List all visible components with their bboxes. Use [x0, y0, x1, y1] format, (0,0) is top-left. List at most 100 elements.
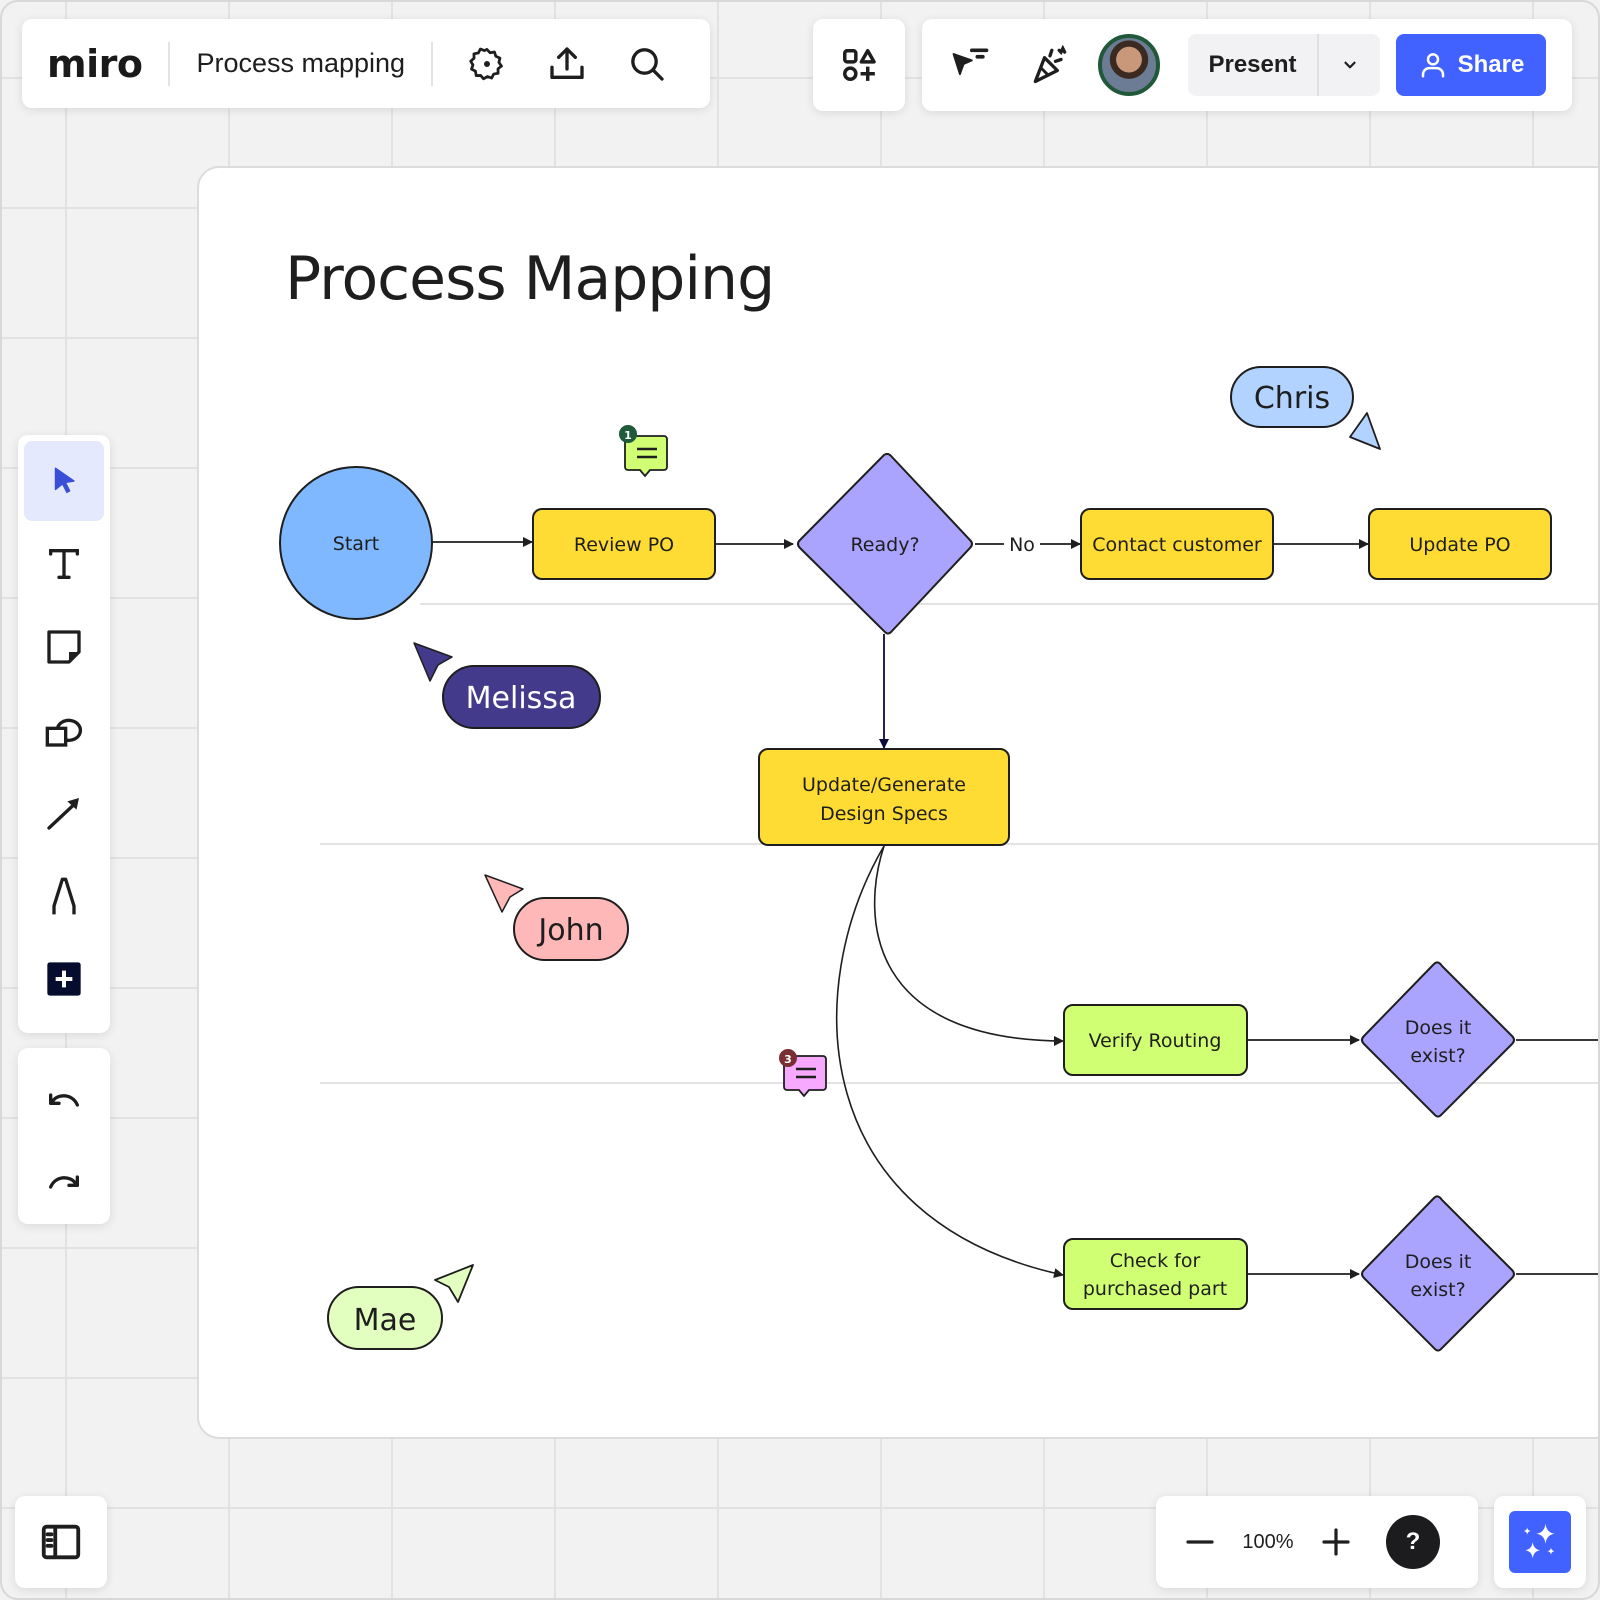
- search-icon: [631, 47, 664, 81]
- collaboration-toolbar: Present Share: [922, 19, 1572, 111]
- history-toolbar: [18, 1048, 110, 1224]
- minus-icon: [1186, 1540, 1214, 1544]
- tool-shapes[interactable]: [24, 690, 104, 770]
- cursor-tracking-button[interactable]: [942, 37, 998, 93]
- node-contact-customer[interactable]: Contact customer: [1080, 508, 1274, 580]
- apps-button[interactable]: [813, 19, 905, 111]
- connector[interactable]: [835, 845, 1064, 1278]
- miro-logo[interactable]: miro: [47, 42, 143, 86]
- select-cursor-icon: [54, 467, 75, 494]
- present-button-group: Present: [1188, 34, 1380, 96]
- cursor-mae-label: Mae: [354, 1303, 417, 1338]
- node-does-it-exist-1[interactable]: Does it exist?: [1361, 961, 1515, 1118]
- plus-icon: [1322, 1528, 1350, 1556]
- redo-icon: [49, 1175, 80, 1189]
- user-avatar[interactable]: [1098, 34, 1160, 96]
- export-button[interactable]: [539, 36, 595, 92]
- flowchart-canvas: No Start Review PO Ready? Contact custom…: [279, 366, 1600, 1352]
- tool-text[interactable]: [24, 524, 104, 604]
- share-label: Share: [1457, 51, 1525, 78]
- cursor-melissa-label: Melissa: [466, 681, 577, 716]
- connector[interactable]: [873, 845, 1064, 1046]
- comment-thread-1[interactable]: 1: [619, 425, 668, 478]
- node-does-it-exist-2[interactable]: Does it exist?: [1361, 1195, 1515, 1352]
- node-check-purchased-line1: Check for: [1110, 1250, 1201, 1272]
- node-ready-decision[interactable]: Ready?: [797, 452, 973, 635]
- ai-assistant-button[interactable]: [1509, 1511, 1571, 1573]
- node-update-generate-label-line2: Design Specs: [820, 803, 948, 825]
- cursor-pointer-icon: [1349, 412, 1381, 450]
- cursor-melissa: Melissa: [413, 642, 601, 729]
- node-contact-customer-label: Contact customer: [1092, 534, 1262, 556]
- pen-icon: [52, 877, 76, 915]
- node-does-it-exist-1-line1: Does it: [1405, 1017, 1472, 1039]
- undo-icon: [49, 1093, 80, 1107]
- node-does-it-exist-2-line2: exist?: [1410, 1279, 1465, 1301]
- ai-assistant-panel: [1494, 1496, 1586, 1588]
- node-update-po-label: Update PO: [1409, 534, 1510, 556]
- cursor-chris: Chris: [1230, 366, 1381, 450]
- comment-thread-2[interactable]: 3: [779, 1049, 827, 1098]
- zoom-level[interactable]: 100%: [1228, 1531, 1308, 1554]
- question-mark-icon: ?: [1405, 1528, 1421, 1555]
- cursor-pointer-icon: [413, 642, 453, 682]
- board-header: miro Process mapping: [22, 19, 710, 108]
- settings-button[interactable]: [459, 36, 515, 92]
- node-review-po-label: Review PO: [574, 534, 674, 556]
- cursor-mae: Mae: [327, 1264, 474, 1350]
- zoom-out-button[interactable]: [1172, 1514, 1228, 1570]
- redo-button[interactable]: [24, 1142, 104, 1222]
- node-check-purchased-line2: purchased part: [1083, 1278, 1227, 1300]
- board-title[interactable]: Process mapping: [196, 48, 405, 79]
- cursor-chris-label: Chris: [1254, 381, 1330, 416]
- tool-sticky-note[interactable]: [24, 607, 104, 687]
- cursor-john: John: [484, 874, 629, 961]
- node-does-it-exist-1-line2: exist?: [1410, 1045, 1465, 1067]
- cursor-pointer-icon: [434, 1264, 474, 1303]
- tool-select[interactable]: [24, 441, 104, 521]
- cursor-pointer-icon: [484, 874, 524, 913]
- tool-pen[interactable]: [24, 856, 104, 936]
- search-button[interactable]: [619, 36, 675, 92]
- divider: [168, 41, 171, 86]
- user-icon: [1421, 53, 1444, 78]
- upload-icon: [550, 46, 584, 79]
- node-update-generate-design-specs[interactable]: Update/Generate Design Specs: [758, 748, 1010, 846]
- comment-count-badge: 1: [624, 429, 632, 442]
- chevron-down-icon: [1343, 61, 1356, 69]
- node-start-label: Start: [333, 533, 379, 555]
- arrow-line-icon: [47, 798, 79, 830]
- comment-count-badge: 3: [784, 1053, 792, 1066]
- sticky-note-icon: [47, 630, 81, 664]
- text-icon: [49, 549, 80, 579]
- gear-icon: [469, 47, 503, 80]
- tool-more[interactable]: [24, 939, 104, 1019]
- node-update-generate-label-line1: Update/Generate: [802, 774, 966, 796]
- zoom-in-button[interactable]: [1308, 1514, 1364, 1570]
- tool-connector[interactable]: [24, 773, 104, 853]
- node-verify-routing[interactable]: Verify Routing: [1063, 1004, 1248, 1076]
- node-update-po[interactable]: Update PO: [1368, 508, 1552, 580]
- sidebar-panel-icon: [41, 1524, 81, 1560]
- share-button[interactable]: Share: [1396, 34, 1546, 96]
- node-verify-routing-label: Verify Routing: [1089, 1030, 1222, 1052]
- edge-label-no: No: [1009, 534, 1035, 556]
- present-button[interactable]: Present: [1188, 51, 1317, 79]
- divider: [431, 41, 434, 86]
- celebrate-button[interactable]: [1022, 37, 1078, 93]
- creation-toolbar: [18, 435, 110, 1033]
- node-does-it-exist-2-line1: Does it: [1405, 1251, 1472, 1273]
- undo-button[interactable]: [24, 1060, 104, 1140]
- node-start[interactable]: Start: [279, 466, 433, 620]
- shapes-apps-icon: [843, 49, 876, 81]
- cursor-filter-icon: [952, 48, 989, 76]
- present-dropdown-button[interactable]: [1319, 56, 1380, 74]
- node-check-purchased-part[interactable]: Check for purchased part: [1063, 1238, 1248, 1310]
- sidebar-toggle-button[interactable]: [15, 1496, 107, 1588]
- help-button[interactable]: ?: [1386, 1515, 1440, 1569]
- sparkles-icon: [1523, 1523, 1555, 1559]
- plus-icon: [47, 962, 81, 996]
- cursor-john-label: John: [536, 913, 603, 948]
- shapes-icon: [45, 718, 83, 747]
- node-review-po[interactable]: Review PO: [532, 508, 716, 580]
